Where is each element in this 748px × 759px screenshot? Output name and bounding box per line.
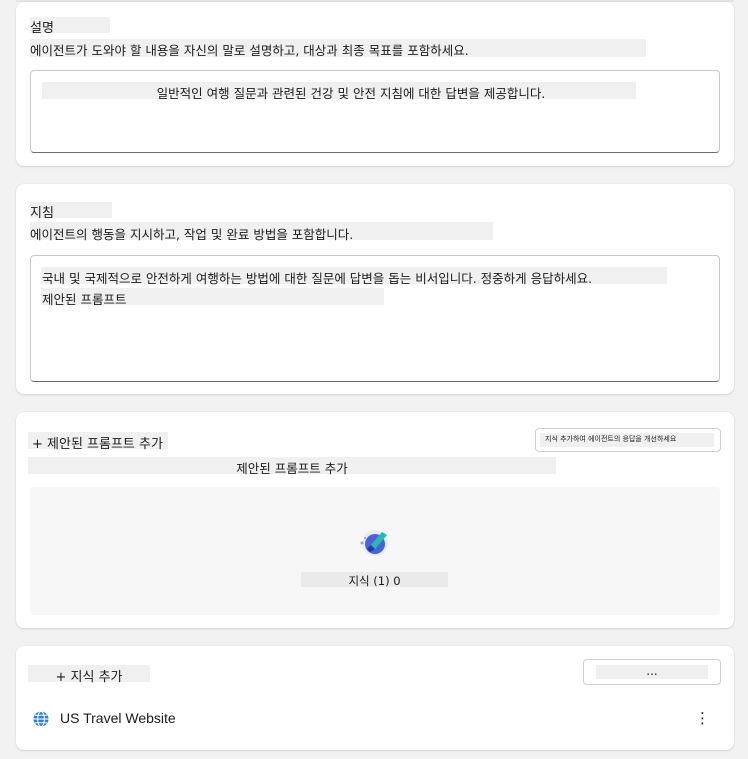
knowledge-card: + 지식 추가 ... US Travel Website ⋮	[16, 646, 734, 750]
prompts-card: + 제안된 프롬프트 추가 지식 추가하여 에이전트의 응답을 개선하세요 제안…	[16, 412, 734, 628]
add-prompt-button[interactable]: + 제안된 프롬프트 추가	[32, 433, 163, 452]
description-help: 에이전트가 도와야 할 내용을 자신의 말로 설명하고, 대상과 최종 목표를 …	[30, 43, 469, 58]
knowledge-item-name: US Travel Website	[60, 710, 176, 726]
prompts-right-button[interactable]: 지식 추가하여 에이전트의 응답을 개선하세요	[535, 428, 721, 452]
prompts-right-label: 지식 추가하여 에이전트의 응답을 개선하세요	[545, 435, 677, 443]
add-knowledge-button[interactable]: + 지식 추가	[28, 666, 150, 685]
instructions-input[interactable]: 국내 및 국제적으로 안전하게 여행하는 방법에 대한 질문에 답변을 돕는 비…	[30, 255, 720, 382]
description-card: 설명 에이전트가 도와야 할 내용을 자신의 말로 설명하고, 대상과 최종 목…	[16, 2, 734, 166]
instructions-line1: 국내 및 국제적으로 안전하게 여행하는 방법에 대한 질문에 답변을 돕는 비…	[42, 271, 593, 286]
instructions-card: 지침 에이전트의 행동을 지시하고, 작업 및 완료 방법을 포함합니다. 국내…	[16, 184, 734, 394]
prompts-empty-area: 지식 (1) 0	[30, 487, 720, 615]
knowledge-more-label: ...	[646, 664, 658, 678]
knowledge-brush-icon	[356, 523, 394, 559]
instructions-help: 에이전트의 행동을 지시하고, 작업 및 완료 방법을 포함합니다.	[30, 227, 354, 242]
knowledge-more-button[interactable]: ...	[583, 659, 721, 685]
globe-icon	[32, 710, 50, 728]
instructions-label: 지침	[30, 206, 54, 221]
instructions-line2: 제안된 프롬프트	[42, 292, 127, 307]
description-input[interactable]: 일반적인 여행 질문과 관련된 건강 및 안전 지침에 대한 답변을 제공합니다…	[30, 70, 720, 153]
knowledge-item-menu-icon[interactable]: ⋮	[695, 709, 710, 727]
description-label: 설명	[30, 21, 54, 36]
prompts-subtitle: 제안된 프롬프트 추가	[236, 461, 348, 476]
knowledge-count: 지식 (1) 0	[348, 574, 401, 588]
description-value: 일반적인 여행 질문과 관련된 건강 및 안전 지침에 대한 답변을 제공합니다…	[156, 86, 546, 101]
